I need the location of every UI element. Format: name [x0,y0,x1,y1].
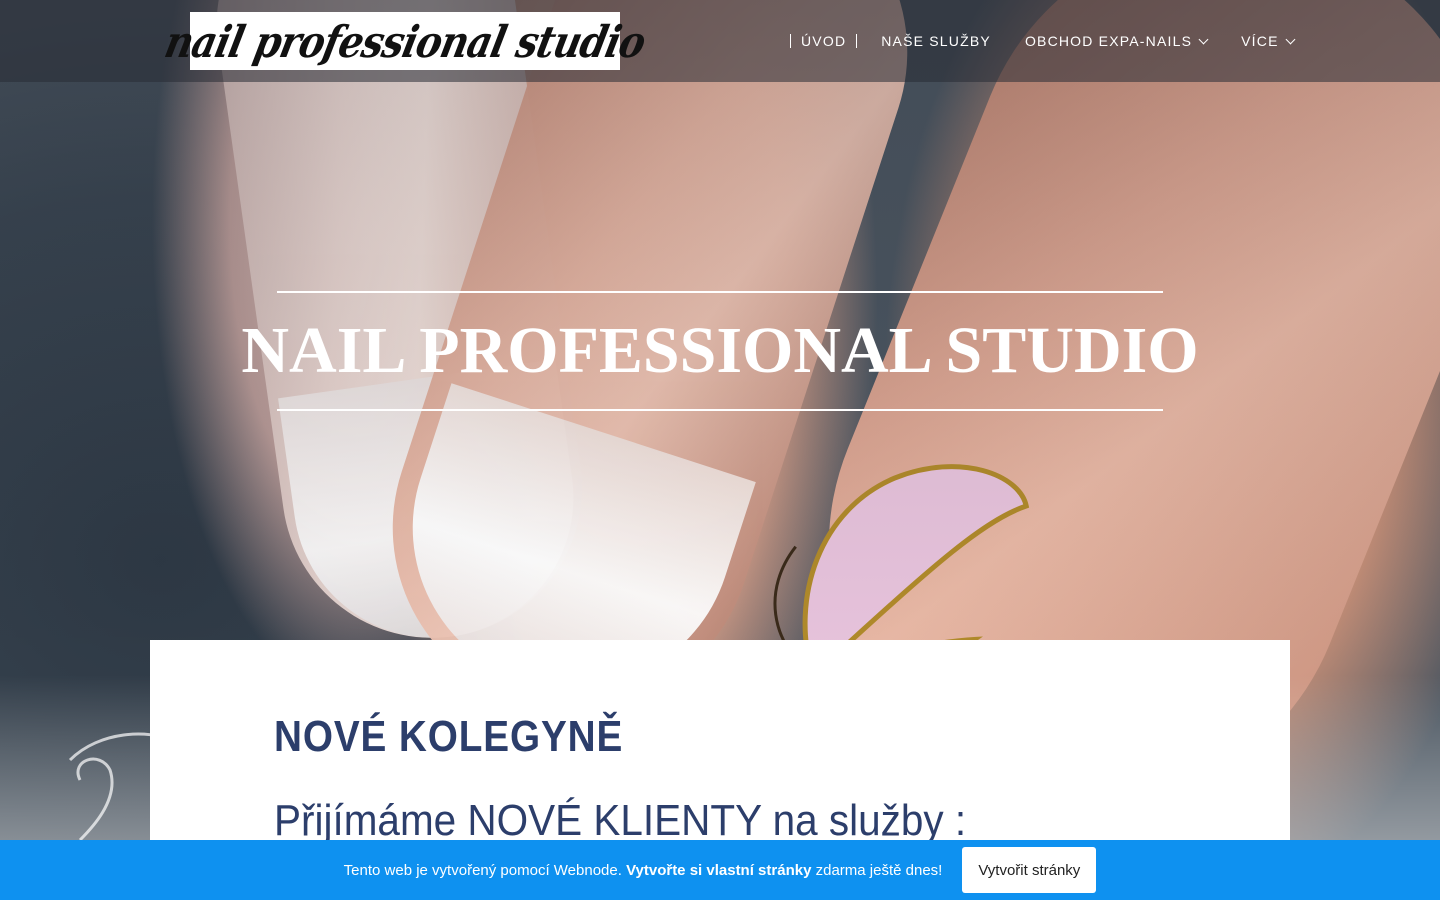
promo-text-bold[interactable]: Vytvořte si vlastní stránky [626,862,811,879]
section-heading: NOVÉ KOLEGYNĚ [274,712,624,761]
logo-text: nail professional studio [160,15,650,67]
nav-item-label: NAŠE SLUŽBY [881,33,991,49]
hero-title: NAIL PROFESSIONAL STUDIO [241,314,1199,387]
promo-message: Tento web je vytvořený pomocí Webnode. V… [344,862,943,879]
nav-item-label: OBCHOD EXPA-NAILS [1024,33,1193,49]
site-logo[interactable]: nail professional studio [160,12,650,70]
chevron-down-icon [1198,34,1209,44]
nav-item-obchod[interactable]: OBCHOD EXPA-NAILS [1024,33,1209,49]
webnode-promo-bar: Tento web je vytvořený pomocí Webnode. V… [0,840,1440,900]
site-header: nail professional studio ÚVOD NAŠE SLUŽB… [0,0,1440,82]
chevron-down-icon [1285,34,1296,44]
nav-item-vice[interactable]: VÍCE [1241,33,1296,49]
nav-item-uvod[interactable]: ÚVOD [790,33,858,49]
promo-text-before: Tento web je vytvořený pomocí Webnode. [343,861,627,879]
main-nav: ÚVOD NAŠE SLUŽBY OBCHOD EXPA-NAILS VÍCE [790,0,1296,82]
section-text: Přijímáme NOVÉ KLIENTY na služby : [274,796,967,845]
hero-title-frame: NAIL PROFESSIONAL STUDIO [241,291,1199,411]
promo-text-after: zdarma ještě dnes! [811,861,943,879]
nav-item-nase-sluzby[interactable]: NAŠE SLUŽBY [881,33,991,49]
nav-item-label: ÚVOD [801,33,847,49]
nav-item-label: VÍCE [1241,33,1279,49]
create-site-button[interactable]: Vytvořit stránky [962,847,1097,893]
